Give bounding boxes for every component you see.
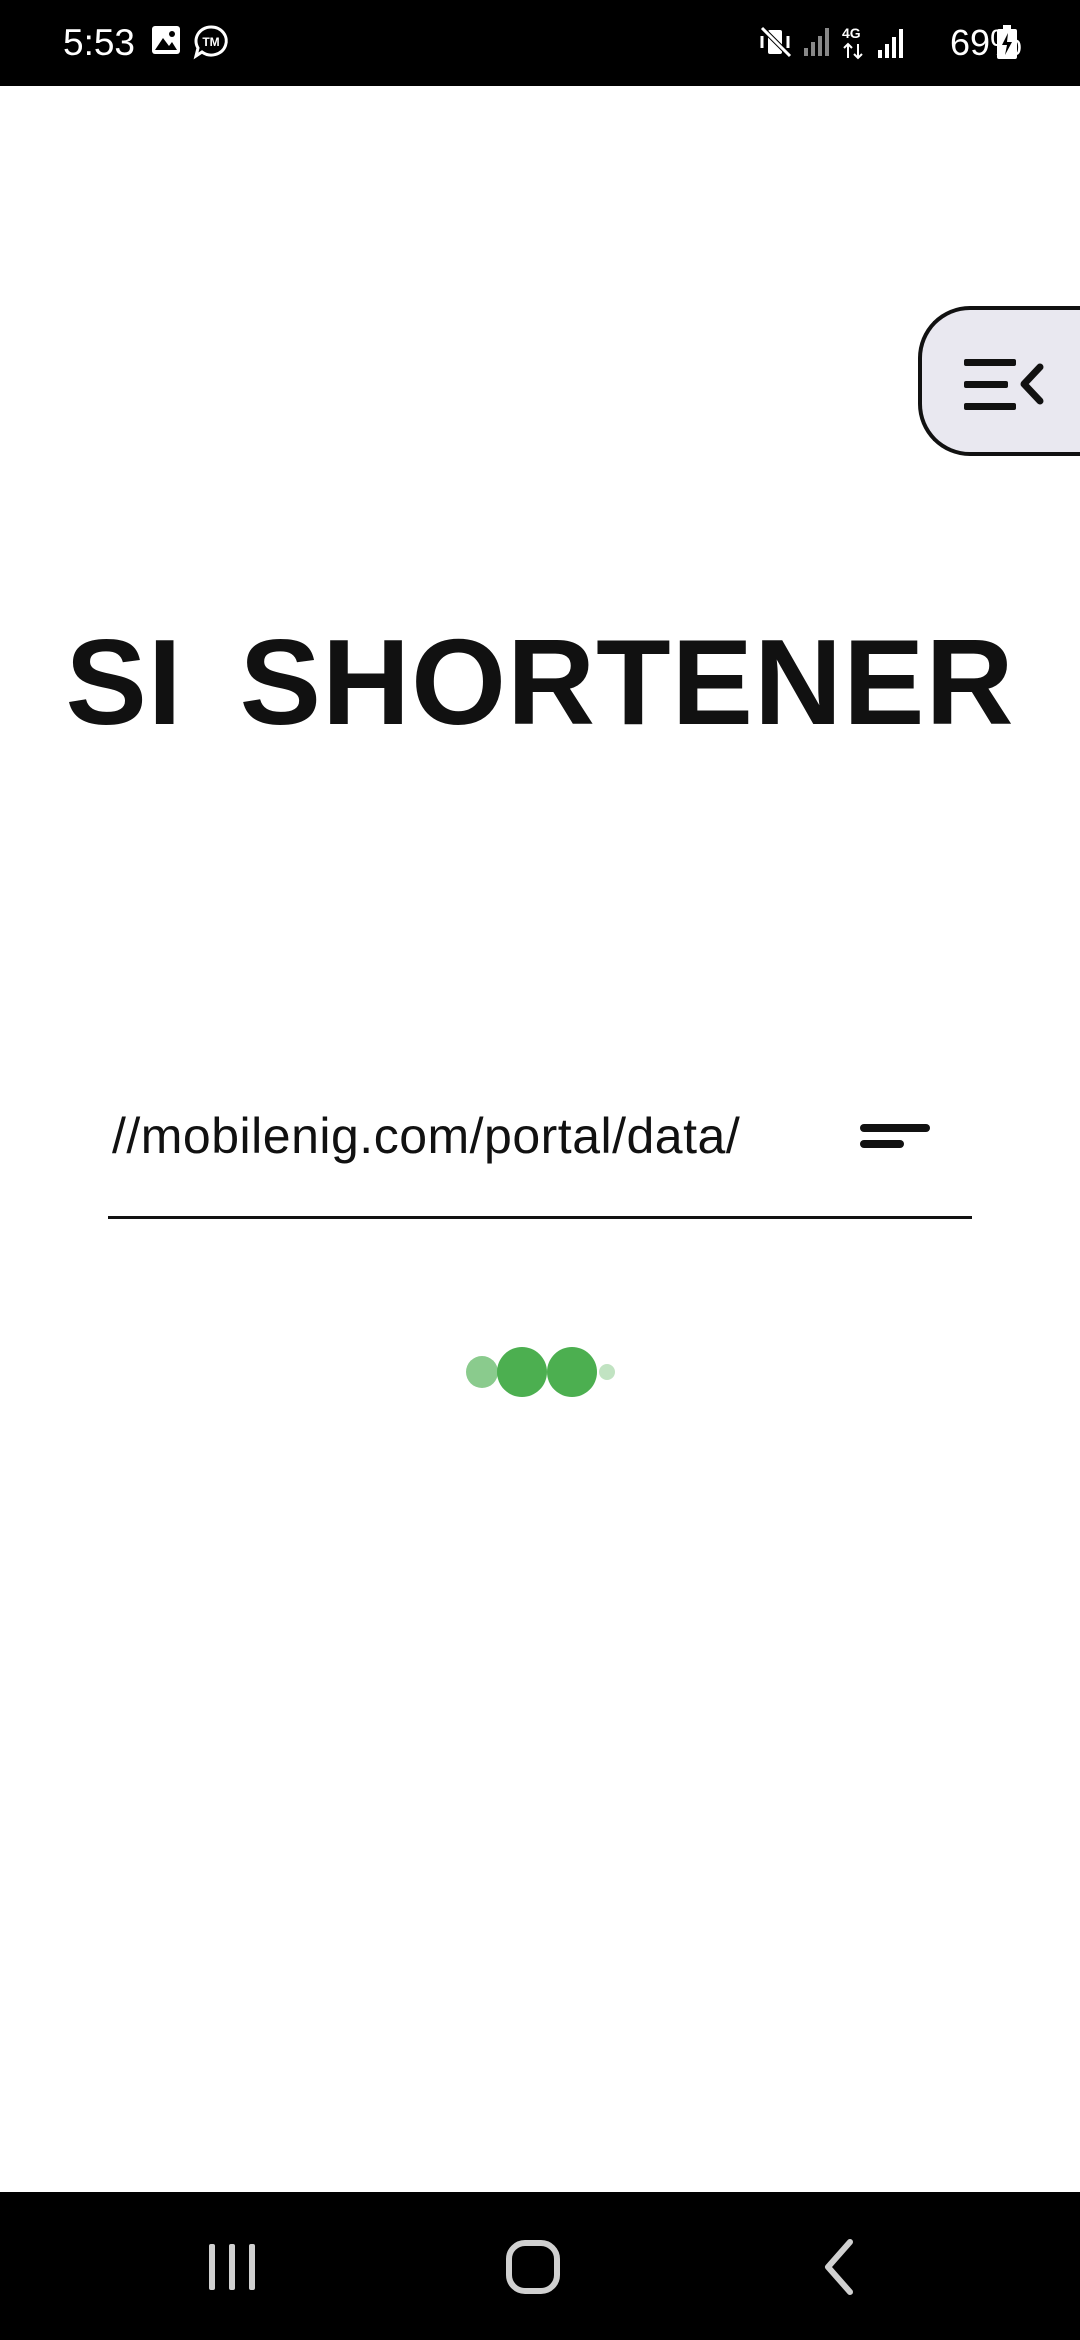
recent-apps-button[interactable]: [203, 2232, 263, 2302]
menu-toggle-button[interactable]: [918, 306, 1080, 456]
navigation-bar: [0, 2192, 1080, 2340]
loader-dot: [599, 1364, 615, 1380]
home-button[interactable]: [500, 2232, 570, 2302]
loading-indicator: [466, 1347, 615, 1397]
loader-dot: [547, 1347, 597, 1397]
tm-notification-icon: TM: [193, 25, 228, 60]
svg-text:TM: TM: [202, 35, 219, 49]
url-input-value[interactable]: //mobilenig.com/portal/data/: [112, 1098, 740, 1174]
signal-icon: [804, 28, 829, 56]
status-time: 5:53: [63, 22, 136, 63]
collapse-menu-icon: [964, 359, 1044, 410]
loader-dot: [497, 1347, 547, 1397]
gallery-icon: [152, 26, 180, 54]
svg-text:4G: 4G: [842, 25, 861, 41]
shorten-lines-icon[interactable]: [858, 1116, 934, 1156]
status-bar: 5:53 TM 4G 69%: [0, 0, 1080, 86]
app-title: SI SHORTENER: [65, 614, 1015, 750]
battery-charging-icon: [997, 25, 1017, 59]
url-input[interactable]: //mobilenig.com/portal/data/: [108, 1098, 972, 1219]
back-button[interactable]: [814, 2232, 864, 2302]
mute-vibrate-icon: [760, 26, 792, 58]
loader-dot: [466, 1356, 498, 1388]
4g-signal-icon: 4G: [842, 25, 903, 60]
